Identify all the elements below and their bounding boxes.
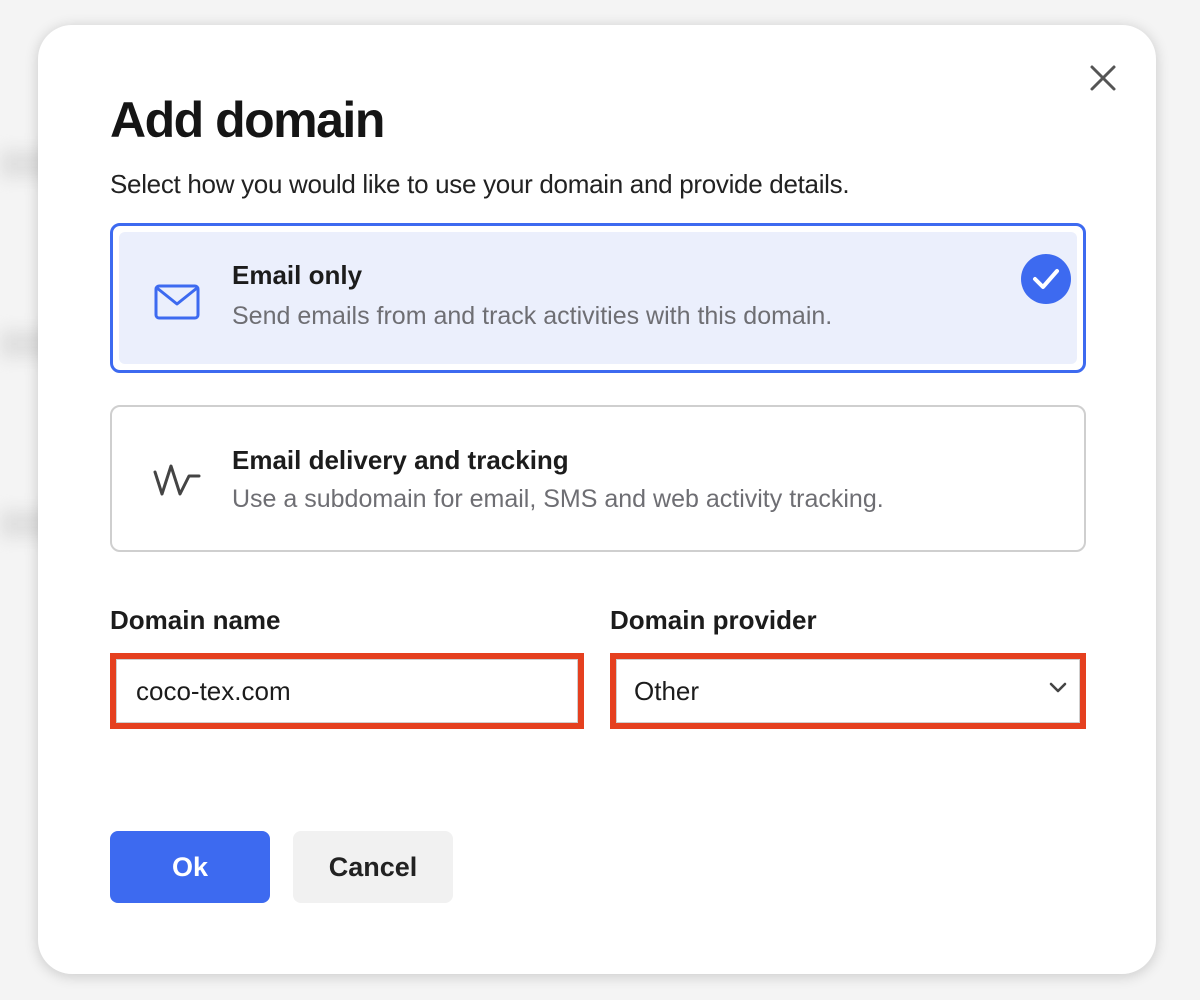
check-icon [1021,254,1071,304]
domain-name-label: Domain name [110,605,281,635]
ok-button[interactable]: Ok [110,831,270,903]
activity-wave-icon [150,459,204,499]
close-button[interactable] [1086,61,1120,95]
option-email-only[interactable]: Email only Send emails from and track ac… [110,223,1086,373]
close-icon [1090,65,1116,91]
dialog-subtitle: Select how you would like to use your do… [110,169,850,199]
domain-provider-value: Other [634,676,700,706]
option-description: Send emails from and track activities wi… [232,302,833,330]
option-title: Email only [232,260,363,290]
option-email-delivery-tracking[interactable]: Email delivery and tracking Use a subdom… [110,405,1086,552]
domain-provider-label: Domain provider [610,605,817,635]
option-title: Email delivery and tracking [232,445,569,475]
cancel-button[interactable]: Cancel [293,831,453,903]
option-email-only-body: Email only Send emails from and track ac… [119,232,1077,364]
add-domain-dialog: Add domain Select how you would like to … [38,25,1156,974]
option-description: Use a subdomain for email, SMS and web a… [232,485,884,513]
domain-name-input[interactable] [136,659,556,723]
dialog-title: Add domain [110,92,385,148]
domain-name-field-wrapper [110,653,584,729]
mail-icon [153,282,201,322]
domain-provider-select[interactable]: Other [610,653,1086,729]
chevron-down-icon [1048,681,1068,700]
